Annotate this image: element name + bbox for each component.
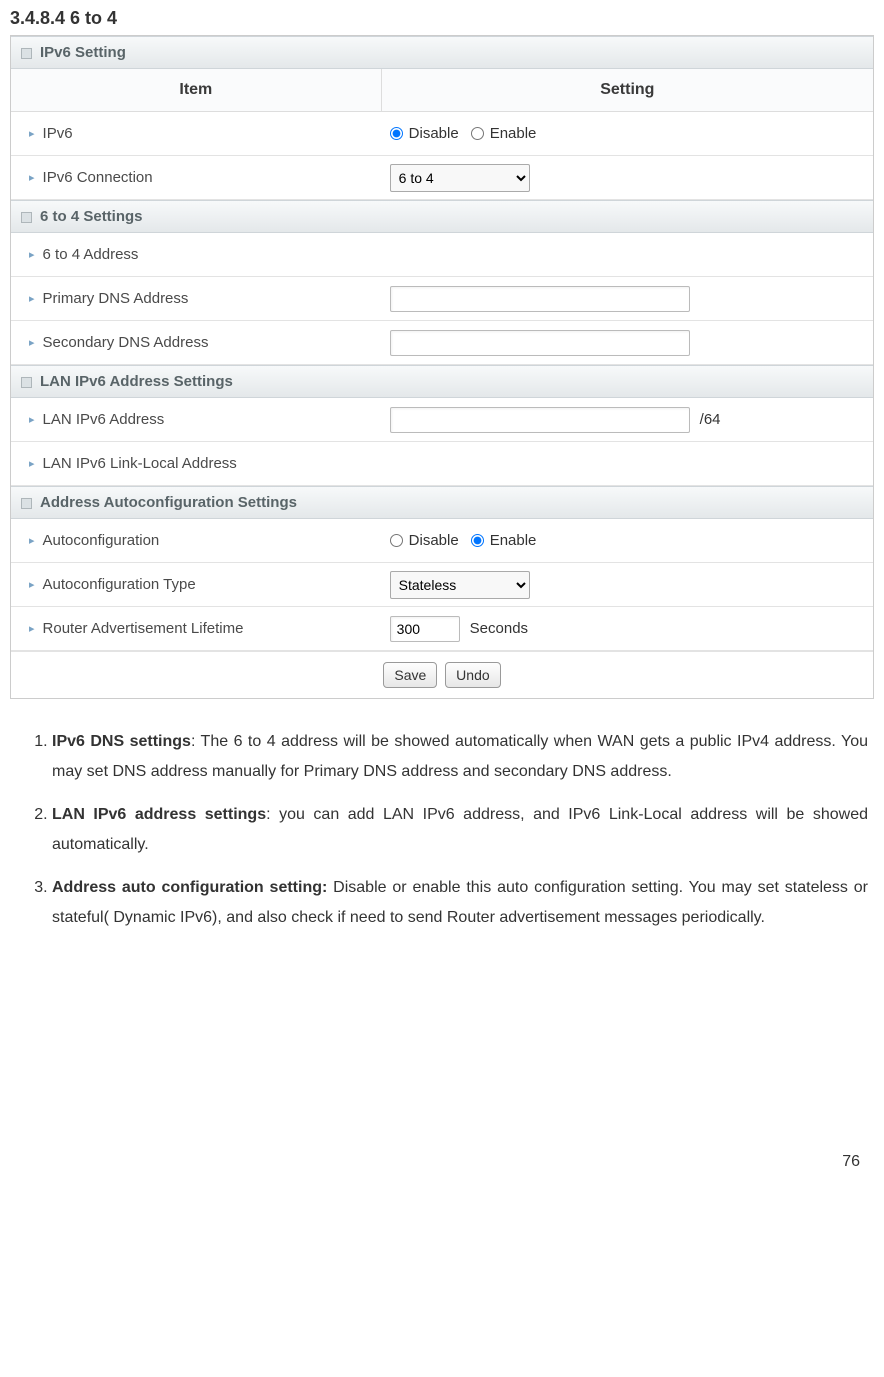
- section-ipv6-setting: IPv6 Setting: [11, 36, 873, 69]
- row-autoconfig-type: ▸ Autoconfiguration Type Stateless: [11, 563, 873, 607]
- autoconfig-disable-label: Disable: [409, 532, 459, 549]
- doc-heading: 3.4.8.4 6 to 4: [10, 8, 874, 29]
- section-6to4-settings: 6 to 4 Settings: [11, 200, 873, 233]
- ipv6-connection-select[interactable]: 6 to 4: [390, 164, 530, 192]
- row-secondary-dns: ▸ Secondary DNS Address: [11, 321, 873, 365]
- row-primary-dns: ▸ Primary DNS Address: [11, 277, 873, 321]
- router-adv-lifetime-input[interactable]: [390, 616, 460, 642]
- label-6to4-address: 6 to 4 Address: [43, 246, 139, 263]
- row-lan-link-local: ▸ LAN IPv6 Link-Local Address: [11, 442, 873, 486]
- settings-panel: IPv6 Setting Item Setting ▸ IPv6 Disable …: [10, 35, 874, 699]
- router-adv-lifetime-unit: Seconds: [470, 620, 528, 637]
- row-router-adv-lifetime: ▸ Router Advertisement Lifetime Seconds: [11, 607, 873, 651]
- bullet-icon: ▸: [29, 413, 35, 426]
- ipv6-disable-radio[interactable]: [390, 127, 403, 140]
- note-3: Address auto configuration setting: Disa…: [52, 873, 868, 932]
- note-2-bold: LAN IPv6 address settings: [52, 806, 266, 823]
- row-lan-ipv6-address: ▸ LAN IPv6 Address /64: [11, 398, 873, 442]
- page-number: 76: [10, 1153, 874, 1171]
- button-row: Save Undo: [11, 651, 873, 698]
- autoconfig-enable-label: Enable: [490, 532, 537, 549]
- section-title: LAN IPv6 Address Settings: [40, 373, 233, 390]
- col-item: Item: [11, 69, 382, 111]
- label-autoconfig-type: Autoconfiguration Type: [43, 576, 196, 593]
- row-ipv6: ▸ IPv6 Disable Enable: [11, 112, 873, 156]
- collapse-icon: [21, 498, 32, 509]
- label-ipv6-connection: IPv6 Connection: [43, 169, 153, 186]
- col-setting: Setting: [382, 69, 873, 111]
- label-primary-dns: Primary DNS Address: [43, 290, 189, 307]
- ipv6-disable-label: Disable: [409, 125, 459, 142]
- bullet-icon: ▸: [29, 457, 35, 470]
- bullet-icon: ▸: [29, 578, 35, 591]
- column-headers: Item Setting: [11, 69, 873, 112]
- bullet-icon: ▸: [29, 534, 35, 547]
- label-lan-link-local: LAN IPv6 Link-Local Address: [43, 455, 237, 472]
- row-ipv6-connection: ▸ IPv6 Connection 6 to 4: [11, 156, 873, 200]
- ipv6-enable-radio[interactable]: [471, 127, 484, 140]
- bullet-icon: ▸: [29, 292, 35, 305]
- primary-dns-input[interactable]: [390, 286, 690, 312]
- ipv6-enable-label: Enable: [490, 125, 537, 142]
- section-title: IPv6 Setting: [40, 44, 126, 61]
- note-3-bold: Address auto configuration setting:: [52, 879, 327, 896]
- lan-ipv6-address-input[interactable]: [390, 407, 690, 433]
- section-lan-ipv6: LAN IPv6 Address Settings: [11, 365, 873, 398]
- autoconfig-disable-radio[interactable]: [390, 534, 403, 547]
- bullet-icon: ▸: [29, 127, 35, 140]
- row-autoconfiguration: ▸ Autoconfiguration Disable Enable: [11, 519, 873, 563]
- label-secondary-dns: Secondary DNS Address: [43, 334, 209, 351]
- bullet-icon: ▸: [29, 248, 35, 261]
- lan-ipv6-suffix: /64: [700, 411, 721, 428]
- bullet-icon: ▸: [29, 336, 35, 349]
- save-button[interactable]: Save: [383, 662, 437, 688]
- collapse-icon: [21, 377, 32, 388]
- row-6to4-address: ▸ 6 to 4 Address: [11, 233, 873, 277]
- section-title: Address Autoconfiguration Settings: [40, 494, 297, 511]
- autoconfig-type-select[interactable]: Stateless: [390, 571, 530, 599]
- notes: IPv6 DNS settings: The 6 to 4 address wi…: [10, 727, 874, 933]
- note-1: IPv6 DNS settings: The 6 to 4 address wi…: [52, 727, 868, 786]
- undo-button[interactable]: Undo: [445, 662, 500, 688]
- autoconfig-enable-radio[interactable]: [471, 534, 484, 547]
- collapse-icon: [21, 48, 32, 59]
- label-autoconfiguration: Autoconfiguration: [43, 532, 160, 549]
- bullet-icon: ▸: [29, 171, 35, 184]
- bullet-icon: ▸: [29, 622, 35, 635]
- label-ipv6: IPv6: [43, 125, 73, 142]
- note-1-bold: IPv6 DNS settings: [52, 733, 191, 750]
- section-title: 6 to 4 Settings: [40, 208, 143, 225]
- label-lan-ipv6-address: LAN IPv6 Address: [43, 411, 165, 428]
- secondary-dns-input[interactable]: [390, 330, 690, 356]
- label-router-adv-lifetime: Router Advertisement Lifetime: [43, 620, 244, 637]
- note-2: LAN IPv6 address settings: you can add L…: [52, 800, 868, 859]
- collapse-icon: [21, 212, 32, 223]
- section-autoconfig: Address Autoconfiguration Settings: [11, 486, 873, 519]
